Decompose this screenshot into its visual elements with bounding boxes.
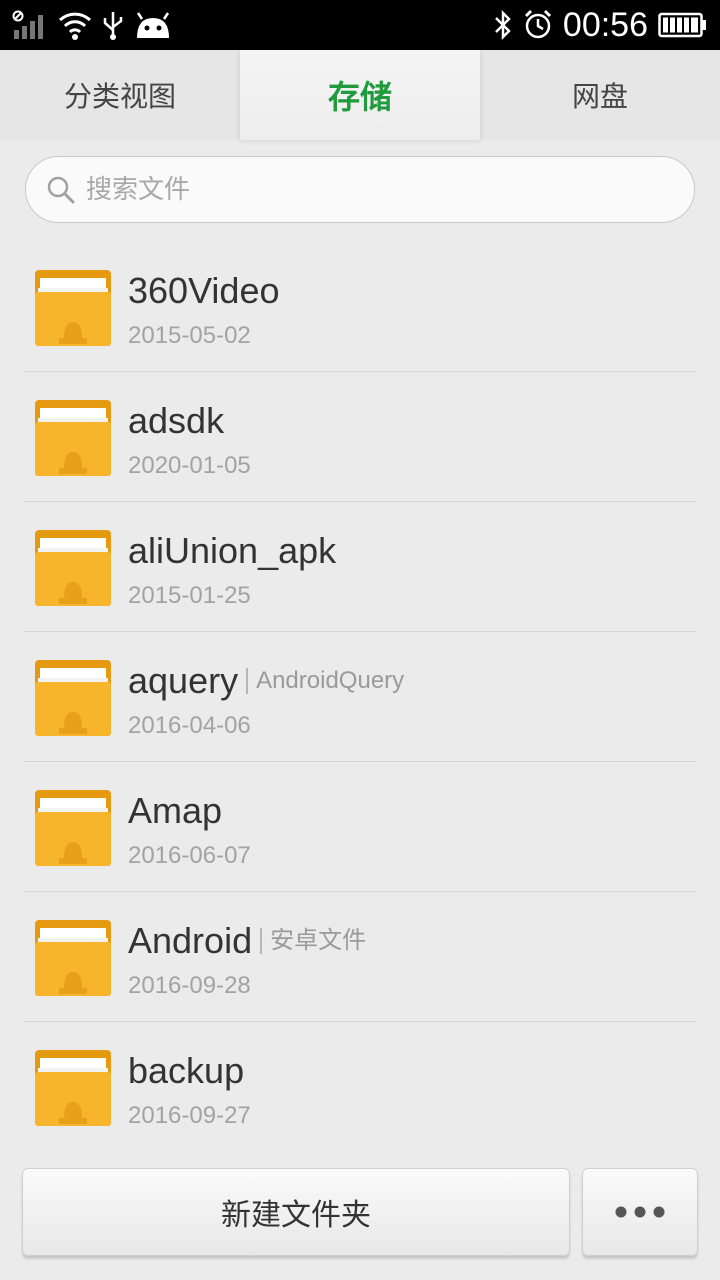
search-input[interactable] — [84, 169, 644, 210]
file-name: adsdk — [128, 400, 225, 441]
bottom-bar: 新建文件夹 — [0, 1160, 720, 1280]
list-item[interactable]: adsdk 2020-01-05 — [24, 372, 696, 502]
search-icon — [46, 175, 76, 205]
file-name: backup — [128, 1050, 245, 1091]
folder-icon — [34, 268, 112, 348]
file-name: Amap — [128, 790, 223, 831]
file-list: 360Video 2015-05-02 adsdk 2020-01-05 ali… — [24, 242, 696, 1152]
status-right: 00:56 — [493, 6, 708, 45]
bluetooth-icon — [493, 9, 513, 41]
wifi-icon — [58, 10, 92, 40]
folder-icon — [34, 918, 112, 998]
file-name: aquery — [128, 660, 239, 701]
folder-icon — [34, 398, 112, 478]
file-date: 2016-06-07 — [128, 842, 251, 869]
signal-bars-icon — [12, 10, 48, 40]
file-date: 2020-01-05 — [128, 452, 251, 479]
list-item[interactable]: 360Video 2015-05-02 — [24, 242, 696, 372]
file-date: 2015-01-25 — [128, 582, 251, 609]
folder-icon — [34, 1048, 112, 1128]
file-alias: AndroidQuery — [246, 668, 404, 694]
list-item[interactable]: aquery AndroidQuery 2016-04-06 — [24, 632, 696, 762]
list-item[interactable]: Android 安卓文件 2016-09-28 — [24, 892, 696, 1022]
search-box[interactable] — [25, 156, 695, 223]
new-folder-button[interactable]: 新建文件夹 — [22, 1168, 570, 1256]
more-button[interactable] — [582, 1168, 698, 1256]
folder-icon — [34, 658, 112, 738]
file-date: 2016-04-06 — [128, 712, 251, 739]
android-notification-icon — [134, 10, 172, 40]
status-left — [12, 10, 172, 40]
file-date: 2016-09-27 — [128, 1102, 251, 1129]
more-dots-icon — [614, 1204, 666, 1220]
battery-icon — [658, 11, 708, 39]
alarm-icon — [523, 9, 553, 41]
list-item[interactable]: Amap 2016-06-07 — [24, 762, 696, 892]
tab-category-view[interactable]: 分类视图 — [0, 50, 240, 140]
file-alias: 安卓文件 — [260, 928, 366, 954]
file-name: 360Video — [128, 270, 280, 311]
tab-cloud-drive[interactable]: 网盘 — [480, 50, 720, 140]
file-name: aliUnion_apk — [128, 530, 337, 571]
folder-icon — [34, 528, 112, 608]
usb-icon — [102, 10, 124, 40]
status-time: 00:56 — [562, 5, 648, 44]
tab-bar: 分类视图 存储 网盘 — [0, 50, 720, 140]
file-name: Android — [128, 920, 253, 961]
list-item[interactable]: backup 2016-09-27 — [24, 1022, 696, 1152]
list-item[interactable]: aliUnion_apk 2015-01-25 — [24, 502, 696, 632]
status-bar: 00:56 — [0, 0, 720, 50]
file-date: 2015-05-02 — [128, 322, 251, 349]
tab-storage[interactable]: 存储 — [240, 50, 480, 140]
folder-icon — [34, 788, 112, 868]
file-date: 2016-09-28 — [128, 972, 251, 999]
